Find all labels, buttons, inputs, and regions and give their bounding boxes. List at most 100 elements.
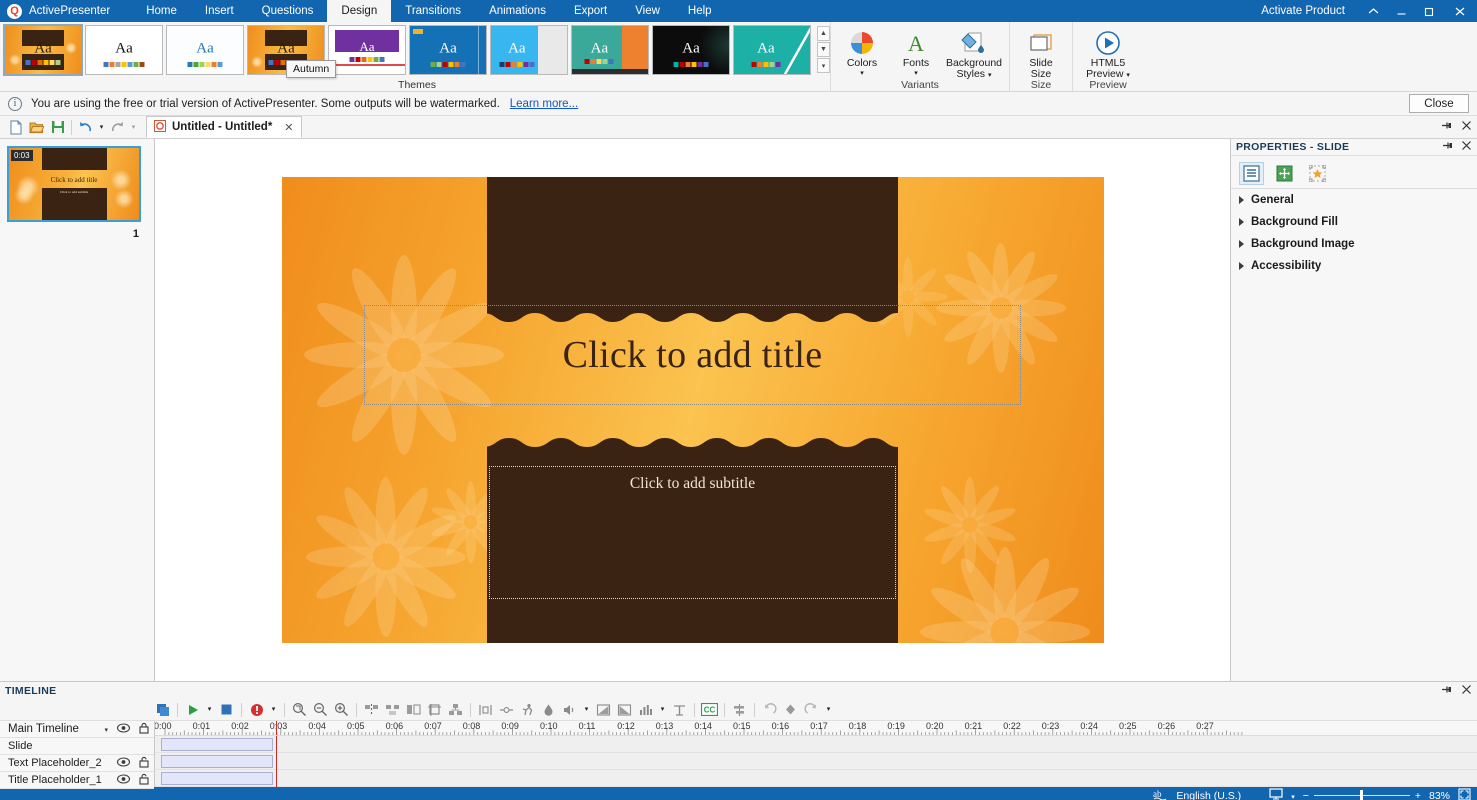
zoom-out-icon[interactable] xyxy=(310,700,331,720)
zoom-slider[interactable]: − + xyxy=(1303,790,1421,800)
close-properties-icon[interactable] xyxy=(1461,140,1472,154)
open-project-icon[interactable] xyxy=(26,117,47,137)
activate-product-link[interactable]: Activate Product xyxy=(1261,5,1345,17)
document-tab[interactable]: Untitled - Untitled* ✕ xyxy=(146,116,302,138)
theme-thumb-facet[interactable]: Aa xyxy=(166,25,244,75)
visibility-eye-icon[interactable] xyxy=(117,774,130,787)
volume-icon[interactable] xyxy=(559,700,580,720)
close-infobar-button[interactable]: Close xyxy=(1409,94,1469,113)
normalize-audio-icon[interactable] xyxy=(669,700,690,720)
main-timeline-selector[interactable]: Main Timeline ▾ xyxy=(0,721,154,738)
themes-scroll-up-icon[interactable]: ▲ xyxy=(817,26,830,41)
audio-levels-dropdown-icon[interactable]: ▾ xyxy=(656,700,669,720)
language-label[interactable]: English (U.S.) xyxy=(1176,790,1241,800)
timeline-lanes[interactable] xyxy=(155,736,1477,787)
menu-tab-animations[interactable]: Animations xyxy=(475,0,560,22)
menu-tab-export[interactable]: Export xyxy=(560,0,621,22)
playhead-handle[interactable] xyxy=(276,721,277,736)
theme-thumb-berlin[interactable]: Aa xyxy=(328,25,406,75)
new-project-icon[interactable] xyxy=(5,117,26,137)
motion-effect-icon[interactable] xyxy=(517,700,538,720)
timeline-lane-text-placeholder-2[interactable] xyxy=(155,753,1477,770)
volume-dropdown-icon[interactable]: ▾ xyxy=(580,700,593,720)
lock-open-icon[interactable] xyxy=(139,756,149,771)
fade-in-icon[interactable] xyxy=(593,700,614,720)
timeline-lane-title-placeholder-1[interactable] xyxy=(155,770,1477,787)
keyframe-icon[interactable] xyxy=(780,700,801,720)
themes-more-icon[interactable]: ▾ xyxy=(817,58,830,73)
menu-tab-help[interactable]: Help xyxy=(674,0,726,22)
menu-tab-insert[interactable]: Insert xyxy=(191,0,248,22)
redo-icon[interactable] xyxy=(107,117,128,137)
slide-thumbnail[interactable]: 0:03 Click to add title Click to add sub… xyxy=(7,146,141,222)
background-styles-button[interactable]: BackgroundStyles ▾ xyxy=(943,25,1005,80)
animation-properties-tab[interactable] xyxy=(1305,162,1330,185)
properties-section-general[interactable]: General xyxy=(1231,189,1477,211)
record-dropdown-icon[interactable]: ▾ xyxy=(267,700,280,720)
zoom-to-fit-icon[interactable] xyxy=(289,700,310,720)
timeline-more-dropdown-icon[interactable]: ▾ xyxy=(822,700,835,720)
close-window-icon[interactable] xyxy=(1443,0,1477,22)
properties-section-background-image[interactable]: Background Image xyxy=(1231,233,1477,255)
lock-closed-icon[interactable] xyxy=(139,722,149,737)
close-timeline-icon[interactable] xyxy=(1461,684,1472,698)
expand-time-icon[interactable] xyxy=(496,700,517,720)
timeline-ruler[interactable]: 0:000:010:020:030:040:050:060:070:080:09… xyxy=(155,721,1477,736)
slide-stage[interactable]: Click to add title Click to add subtitle xyxy=(282,177,1104,643)
zoom-slider-track[interactable] xyxy=(1314,795,1410,796)
theme-thumb-autumn[interactable]: Aa xyxy=(4,25,82,75)
fonts-button[interactable]: A Fonts ▾ xyxy=(889,25,943,77)
slide-list-item[interactable]: 0:03 Click to add title Click to add sub… xyxy=(7,146,141,240)
slide-properties-tab[interactable] xyxy=(1239,162,1264,185)
theme-thumb-frame[interactable]: Aa xyxy=(571,25,649,75)
rotate-left-icon[interactable] xyxy=(759,700,780,720)
menu-tab-home[interactable]: Home xyxy=(132,0,191,22)
redo-dropdown-icon[interactable]: ▾ xyxy=(128,117,139,137)
play-icon[interactable] xyxy=(182,700,203,720)
menu-tab-design[interactable]: Design xyxy=(327,0,391,22)
stop-icon[interactable] xyxy=(216,700,237,720)
cut-time-range-icon[interactable] xyxy=(361,700,382,720)
chevron-down-icon[interactable]: ▾ xyxy=(860,70,864,77)
theme-thumb-ion[interactable]: Aa xyxy=(652,25,730,75)
timeline-dropdown-icon[interactable]: ▾ xyxy=(104,723,108,735)
zoom-in-button[interactable]: + xyxy=(1415,790,1421,800)
themes-scroll-down-icon[interactable]: ▼ xyxy=(817,42,830,57)
menu-tab-questions[interactable]: Questions xyxy=(248,0,328,22)
lock-open-icon[interactable] xyxy=(139,773,149,788)
timeline-bar-text-placeholder-2[interactable] xyxy=(161,755,273,768)
menu-tab-view[interactable]: View xyxy=(621,0,674,22)
closed-caption-icon[interactable]: CC xyxy=(699,700,720,720)
delete-time-range-icon[interactable] xyxy=(403,700,424,720)
visibility-eye-icon[interactable] xyxy=(117,757,130,770)
copy-time-range-icon[interactable] xyxy=(382,700,403,720)
properties-section-background-fill[interactable]: Background Fill xyxy=(1231,211,1477,233)
title-placeholder[interactable]: Click to add title xyxy=(364,305,1022,405)
fade-out-icon[interactable] xyxy=(614,700,635,720)
subtitle-placeholder[interactable]: Click to add subtitle xyxy=(489,466,897,599)
minimize-window-icon[interactable] xyxy=(1387,0,1415,22)
crop-time-icon[interactable] xyxy=(424,700,445,720)
spell-check-icon[interactable]: ab xyxy=(1153,788,1168,800)
blur-effect-icon[interactable] xyxy=(538,700,559,720)
slide-size-button[interactable]: SlideSize xyxy=(1014,25,1068,80)
audio-levels-icon[interactable] xyxy=(635,700,656,720)
slide-canvas-area[interactable]: Click to add title Click to add subtitle xyxy=(155,139,1230,681)
visibility-eye-icon[interactable] xyxy=(117,723,130,736)
close-document-icon[interactable]: ✕ xyxy=(284,121,293,134)
presentation-view-icon[interactable] xyxy=(1269,788,1283,800)
size-properties-tab[interactable] xyxy=(1272,162,1297,185)
view-dropdown-icon[interactable]: ▾ xyxy=(1291,790,1295,800)
zoom-out-button[interactable]: − xyxy=(1303,790,1309,800)
align-objects-icon[interactable] xyxy=(729,700,750,720)
freeze-frame-icon[interactable] xyxy=(475,700,496,720)
pin-panel-icon[interactable] xyxy=(1441,120,1452,134)
maximize-window-icon[interactable] xyxy=(1415,0,1443,22)
pin-timeline-icon[interactable] xyxy=(1441,684,1452,698)
timeline-lane-slide[interactable] xyxy=(155,736,1477,753)
chevron-down-icon[interactable]: ▾ xyxy=(914,70,918,77)
close-panel-icon[interactable] xyxy=(1461,120,1472,134)
timeline-bar-title-placeholder-1[interactable] xyxy=(161,772,273,785)
save-project-icon[interactable] xyxy=(47,117,68,137)
zoom-in-icon[interactable] xyxy=(331,700,352,720)
